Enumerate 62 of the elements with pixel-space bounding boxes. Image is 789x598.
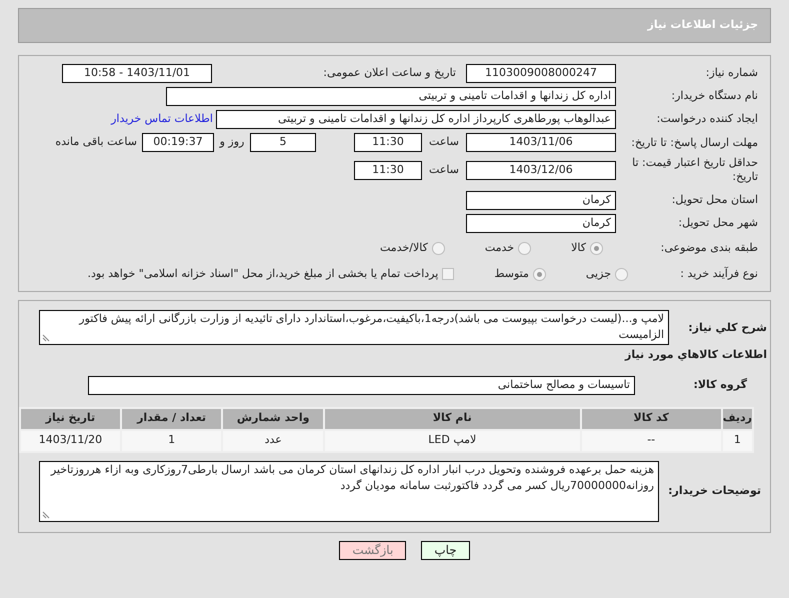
radio-label: متوسط bbox=[494, 266, 529, 282]
field-label: ساعت bbox=[428, 162, 460, 178]
countdown-field[interactable]: 00:19:37 bbox=[142, 133, 214, 152]
field-label: ساعت bbox=[428, 134, 460, 150]
radio-button[interactable] bbox=[532, 268, 546, 280]
description-box[interactable]: لامپ و...(لیست درخواست بپیوست می باشد)درجه1،باکیفیت،مرغوب،استاندارد دارای تائیدیه از وزارت بازرگانی ارائه پیش فاکتور الزامیست bbox=[39, 310, 669, 345]
column-header: تاریخ نیاز bbox=[20, 408, 121, 430]
page-title: جزئیات اطلاعات نیاز bbox=[648, 17, 758, 34]
text-field[interactable]: 11:30 bbox=[354, 133, 422, 152]
section-heading: اطلاعات كالاهاي مورد نياز bbox=[624, 347, 767, 363]
table-cell: -- bbox=[580, 430, 722, 452]
field-label: توضیحات خریدار: bbox=[667, 482, 762, 499]
table-cell: 1 bbox=[120, 430, 222, 452]
column-header: تعداد / مقدار bbox=[120, 408, 222, 430]
radio-label: کالا/خدمت bbox=[380, 240, 428, 256]
print-button[interactable]: چاپ bbox=[421, 540, 470, 560]
field-label: ایجاد کننده درخواست: bbox=[656, 111, 758, 128]
text-field[interactable]: 1103009008000247 bbox=[466, 64, 616, 83]
text-field[interactable]: 11:30 bbox=[354, 160, 422, 180]
checkbox-label: پرداخت تمام یا بخشی از مبلغ خرید،از محل "اسناد خزانه اسلامی" خواهد بود. bbox=[88, 266, 438, 282]
column-header: ردیف bbox=[722, 408, 753, 430]
radio-label: کالا bbox=[571, 240, 586, 256]
field-label: روز و bbox=[218, 134, 246, 150]
contact-link[interactable]: اطلاعات تماس خریدار bbox=[111, 111, 213, 128]
resize-grip-icon bbox=[42, 333, 51, 342]
text-field[interactable]: عبدالوهاب پورطاهری کارپرداز اداره کل زندانها و اقدامات تامینی و تربیتی bbox=[216, 110, 616, 129]
field-label: ساعت باقی مانده bbox=[55, 134, 137, 150]
radio-button[interactable] bbox=[432, 242, 445, 254]
radio-button[interactable] bbox=[615, 268, 628, 280]
buyer-notes-box[interactable]: هزینه حمل برعهده فروشنده وتحویل درب انبار اداره کل زندانهای استان کرمان می باشد ارسال بارطی7روزکاری وبه ازاء هرروزتاخیر روزانه70000000ریال کسر می گردد فاکتورثبت سامانه مودیان گردد bbox=[39, 460, 659, 522]
table-cell: لامپ LED bbox=[324, 430, 581, 452]
text-field[interactable]: 1403/11/06 bbox=[466, 133, 616, 152]
column-header: نام کالا bbox=[324, 408, 581, 430]
text-field[interactable]: 5 bbox=[250, 133, 316, 152]
field-label: نام دستگاه خریدار: bbox=[670, 88, 758, 104]
text-field[interactable]: کرمان bbox=[466, 214, 616, 233]
field-label: مهلت ارسال پاسخ: تا تاریخ: bbox=[630, 136, 758, 150]
column-header: واحد شمارش bbox=[222, 408, 324, 430]
radio-label: خدمت bbox=[484, 240, 514, 256]
field-label: نوع فرآیند خرید : bbox=[679, 266, 758, 282]
table-cell: 1403/11/20 bbox=[20, 430, 121, 452]
checkbox[interactable] bbox=[442, 268, 454, 280]
text-field[interactable]: 1403/12/06 bbox=[466, 160, 616, 180]
table-cell: 1 bbox=[722, 430, 753, 452]
column-header: کد کالا bbox=[580, 408, 722, 430]
field-label: گروه کالا: bbox=[692, 376, 748, 393]
table-cell: عدد bbox=[222, 430, 324, 452]
field-label: تاریخ و ساعت اعلان عمومی: bbox=[322, 65, 456, 82]
text-field[interactable]: اداره کل زندانها و اقدامات تامینی و تربیتی bbox=[166, 87, 616, 106]
text-field[interactable]: 1403/11/01 - 10:58 bbox=[62, 64, 212, 83]
resize-grip-icon bbox=[42, 510, 51, 518]
text-field[interactable]: کرمان bbox=[466, 191, 616, 210]
radio-button[interactable] bbox=[518, 242, 532, 254]
radio-button[interactable] bbox=[590, 242, 603, 254]
field-label: شماره نیاز: bbox=[704, 65, 758, 82]
field-label: شهر محل تحویل: bbox=[677, 215, 758, 232]
field-label: حداقل تاریخ اعتبار قیمت: تا تاریخ: bbox=[631, 156, 758, 184]
field-label: شرح كلي نياز: bbox=[687, 320, 767, 336]
text-field[interactable]: تاسیسات و مصالح ساختمانی bbox=[88, 376, 635, 394]
radio-label: جزیی bbox=[586, 266, 611, 282]
field-label: طبقه بندی موضوعی: bbox=[660, 240, 758, 256]
field-label: استان محل تحویل: bbox=[670, 192, 758, 208]
